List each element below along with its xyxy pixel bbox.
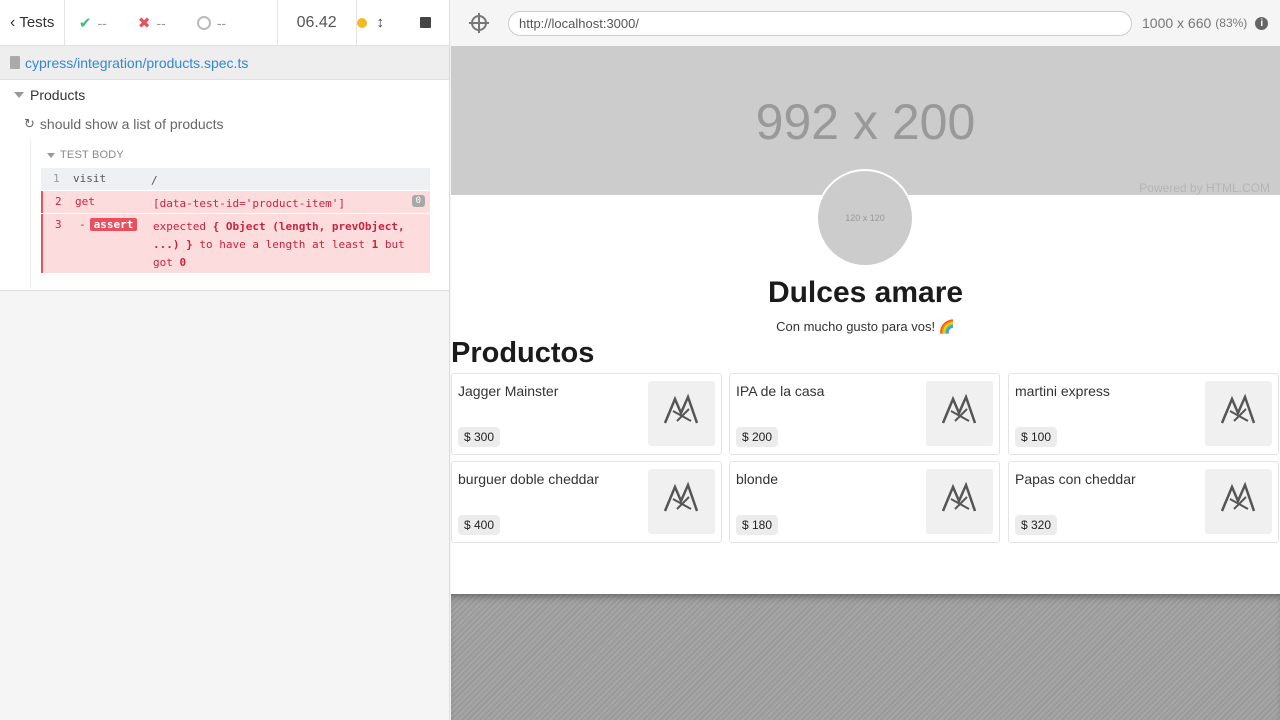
failed-count: --: [156, 14, 166, 31]
product-image: [926, 381, 993, 446]
product-image: [648, 469, 715, 534]
back-to-tests-button[interactable]: ‹ Tests: [0, 0, 65, 45]
pending-count: --: [216, 14, 227, 31]
shop-subtitle: Con mucho gusto para vos! 🌈: [776, 319, 955, 334]
command-assert[interactable]: 3 - assert expected { Object (length, pre…: [41, 214, 430, 273]
mountain-logo-icon: [941, 393, 977, 424]
cypress-runner: ‹ Tests ✔ -- ✖ -- -- 06.42 ↕ cypress/int…: [0, 0, 1280, 720]
url-bar[interactable]: http://localhost:3000/: [508, 10, 1132, 36]
command-name: get: [75, 195, 95, 208]
reporter-header: ‹ Tests ✔ -- ✖ -- -- 06.42 ↕: [0, 0, 449, 46]
banner-powered-text: Powered by HTML.COM: [1139, 181, 1270, 195]
command-message: expected { Object (length, prevObject, .…: [153, 218, 414, 272]
test-title: should show a list of products: [39, 116, 224, 132]
caret-down-icon: [47, 152, 55, 158]
viewport-backdrop: [451, 594, 1280, 720]
viewport-size: 1000 x 660: [1142, 15, 1212, 31]
viewport-info: 1000 x 660 (83%) i: [1142, 15, 1269, 31]
run-controls: ↕: [355, 0, 450, 45]
msg-value: 0: [179, 256, 187, 269]
info-icon[interactable]: i: [1255, 16, 1269, 30]
product-item[interactable]: Papas con cheddar $ 320: [1008, 461, 1279, 543]
spec-bar: cypress/integration/products.spec.ts: [0, 46, 449, 80]
products-title: Productos: [451, 337, 595, 369]
command-message: [data-test-id='product-item']: [153, 197, 346, 210]
product-item[interactable]: IPA de la casa $ 200: [729, 373, 1000, 455]
failed-stat: ✖ --: [138, 14, 197, 32]
circle-notch-icon: [196, 15, 211, 30]
caret-down-icon: [14, 92, 24, 98]
product-image: [926, 469, 993, 534]
stop-icon[interactable]: [420, 17, 431, 28]
product-item[interactable]: blonde $ 180: [729, 461, 1000, 543]
product-name: Papas con cheddar: [1015, 471, 1136, 487]
chevron-left-icon: ‹: [10, 13, 16, 31]
viewport-scale: (83%): [1215, 16, 1248, 30]
product-image: [648, 381, 715, 446]
duration: 06.42: [296, 13, 337, 31]
test-show-products[interactable]: ↻ should show a list of products: [24, 116, 224, 132]
file-icon: [10, 56, 20, 69]
app-under-test: http://localhost:3000/ 1000 x 660 (83%) …: [451, 0, 1280, 720]
reporter-panel: ‹ Tests ✔ -- ✖ -- -- 06.42 ↕ cypress/int…: [0, 0, 450, 720]
product-name: IPA de la casa: [736, 383, 825, 399]
stats-group: ✔ -- ✖ -- --: [65, 0, 278, 45]
test-body-header[interactable]: TEST BODY: [47, 149, 124, 161]
suite-products[interactable]: Products: [14, 87, 85, 103]
mountain-logo-icon: [663, 481, 699, 512]
command-name: - assert: [79, 218, 138, 231]
suite-title: Products: [30, 87, 86, 103]
product-image: [1205, 469, 1272, 534]
aut-iframe: 992 x 200 Powered by HTML.COM 120 x 120 …: [451, 46, 1280, 594]
mountain-logo-icon: [1220, 393, 1256, 424]
test-body-label: TEST BODY: [60, 149, 124, 161]
shop-avatar: 120 x 120: [816, 169, 914, 267]
elements-count-badge: 0: [411, 195, 425, 207]
mountain-logo-icon: [663, 393, 699, 424]
tests-label: Tests: [19, 14, 55, 31]
mountain-logo-icon: [1220, 481, 1256, 512]
msg-value: 1: [371, 238, 379, 251]
product-price: $ 300: [458, 427, 501, 447]
auto-scroll-toggle-icon[interactable]: ↕: [377, 14, 385, 31]
command-number: 2: [55, 195, 62, 208]
msg-part: expected: [153, 220, 206, 233]
product-item[interactable]: burguer doble cheddar $ 400: [451, 461, 722, 543]
product-price: $ 200: [736, 427, 779, 447]
product-price: $ 180: [736, 515, 779, 535]
product-price: $ 320: [1015, 515, 1058, 535]
product-image: [1205, 381, 1272, 446]
selector-playground-icon[interactable]: [469, 13, 489, 33]
runnables: Products ↻ should show a list of product…: [0, 80, 449, 291]
command-number: 3: [55, 218, 62, 231]
refresh-icon: ↻: [24, 116, 35, 131]
mountain-logo-icon: [941, 481, 977, 512]
command-number: 1: [53, 172, 60, 185]
product-name: Jagger Mainster: [458, 383, 559, 399]
product-price: $ 100: [1015, 427, 1058, 447]
product-name: blonde: [736, 471, 779, 487]
command-name: visit: [73, 172, 107, 185]
running-indicator-icon: [356, 17, 367, 28]
product-name: burguer doble cheddar: [458, 471, 599, 487]
spec-path-link[interactable]: cypress/integration/products.spec.ts: [25, 55, 248, 71]
product-price: $ 400: [458, 515, 501, 535]
command-prefix: -: [79, 218, 86, 231]
product-item[interactable]: martini express $ 100: [1008, 373, 1279, 455]
pending-stat: --: [196, 14, 256, 31]
passed-stat: ✔ --: [79, 14, 138, 32]
cross-icon: ✖: [137, 14, 151, 32]
assert-tag: assert: [89, 218, 138, 231]
command-visit[interactable]: 1 visit /: [41, 168, 430, 190]
check-icon: ✔: [78, 14, 92, 32]
aut-header: http://localhost:3000/ 1000 x 660 (83%) …: [451, 0, 1280, 46]
passed-count: --: [97, 14, 107, 31]
product-name: martini express: [1015, 383, 1110, 399]
product-item[interactable]: Jagger Mainster $ 300: [451, 373, 722, 455]
command-get[interactable]: 2 get [data-test-id='product-item'] 0: [41, 191, 430, 213]
banner-placeholder-text: 992 x 200: [755, 94, 976, 150]
msg-part: to have a length at least: [199, 238, 365, 251]
command-message: /: [151, 174, 158, 187]
shop-name: Dulces amare: [767, 276, 964, 309]
